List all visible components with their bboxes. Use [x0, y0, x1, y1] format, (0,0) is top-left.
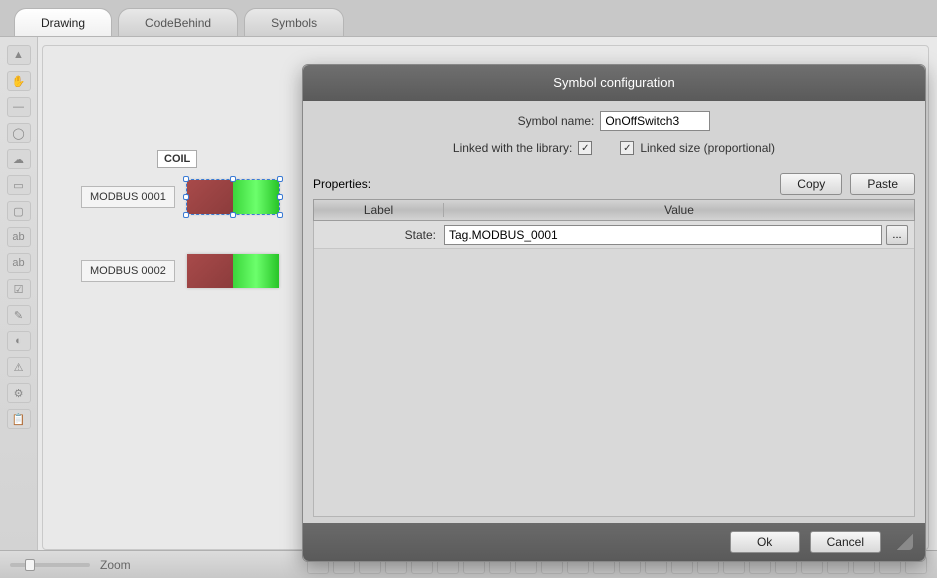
paste-button[interactable]: Paste — [850, 173, 915, 195]
browse-button[interactable]: ... — [886, 225, 908, 245]
properties-grid-body: State: ... — [313, 221, 915, 517]
checkbox-tool-icon[interactable]: ☑ — [7, 279, 31, 299]
pan-tool-icon[interactable]: ✋ — [7, 71, 31, 91]
switch-symbol-1[interactable] — [187, 180, 279, 214]
resize-handle[interactable] — [230, 212, 236, 218]
resize-handle[interactable] — [277, 176, 283, 182]
switch-red-half — [187, 180, 233, 214]
ok-button[interactable]: Ok — [730, 531, 800, 553]
rect-tool-icon[interactable]: ▭ — [7, 175, 31, 195]
column-value-header: Value — [444, 203, 914, 217]
cloud-tool-icon[interactable]: ☁ — [7, 149, 31, 169]
zoom-label: Zoom — [100, 558, 131, 572]
properties-label: Properties: — [313, 177, 371, 191]
dialog-footer: Ok Cancel — [303, 523, 925, 561]
symbol-name-input[interactable] — [600, 111, 710, 131]
switch-green-half — [233, 180, 279, 214]
switch-symbol-2[interactable] — [187, 254, 279, 288]
linked-library-label: Linked with the library: — [453, 141, 572, 155]
property-row: State: ... — [314, 221, 914, 249]
modbus-label-1[interactable]: MODBUS 0001 — [81, 186, 175, 208]
resize-handle[interactable] — [230, 176, 236, 182]
copy-button[interactable]: Copy — [780, 173, 842, 195]
resize-handle[interactable] — [277, 194, 283, 200]
resize-handle[interactable] — [183, 194, 189, 200]
linked-library-checkbox[interactable] — [578, 141, 592, 155]
cancel-button[interactable]: Cancel — [810, 531, 881, 553]
paint-tool-icon[interactable]: ◐ — [7, 331, 31, 351]
pointer-tool-icon[interactable]: ▲ — [7, 45, 31, 65]
gear-tool-icon[interactable]: ⚙ — [7, 383, 31, 403]
switch-green-half — [233, 254, 279, 288]
linked-size-checkbox[interactable] — [620, 141, 634, 155]
tool-column: ▲ ✋ — ◯ ☁ ▭ ▢ ab ab ☑ ✎ ◐ ⚠ ⚙ 📋 — [0, 37, 38, 550]
modbus-label-2[interactable]: MODBUS 0002 — [81, 260, 175, 282]
warning-tool-icon[interactable]: ⚠ — [7, 357, 31, 377]
clipboard-tool-icon[interactable]: 📋 — [7, 409, 31, 429]
ellipse-tool-icon[interactable]: ◯ — [7, 123, 31, 143]
property-value-input[interactable] — [444, 225, 882, 245]
column-label-header: Label — [314, 203, 444, 217]
text-ab-tool-icon[interactable]: ab — [7, 227, 31, 247]
dialog-body: Symbol name: Linked with the library: Li… — [303, 101, 925, 523]
pen-tool-icon[interactable]: ✎ — [7, 305, 31, 325]
switch-red-half — [187, 254, 233, 288]
resize-handle[interactable] — [183, 212, 189, 218]
roundrect-tool-icon[interactable]: ▢ — [7, 201, 31, 221]
zoom-slider[interactable] — [10, 563, 90, 567]
tab-symbols[interactable]: Symbols — [244, 8, 344, 36]
symbol-name-label: Symbol name: — [518, 114, 595, 128]
resize-handle[interactable] — [183, 176, 189, 182]
tab-codebehind[interactable]: CodeBehind — [118, 8, 238, 36]
resize-handle[interactable] — [277, 212, 283, 218]
textbox-tool-icon[interactable]: ab — [7, 253, 31, 273]
dialog-title: Symbol configuration — [303, 65, 925, 101]
tab-drawing[interactable]: Drawing — [14, 8, 112, 36]
properties-grid-header: Label Value — [313, 199, 915, 221]
tab-strip: Drawing CodeBehind Symbols — [0, 0, 937, 36]
symbol-configuration-dialog: Symbol configuration Symbol name: Linked… — [302, 64, 926, 562]
resize-grip-icon[interactable] — [897, 534, 913, 550]
coil-group-label: COIL — [157, 150, 197, 168]
line-tool-icon[interactable]: — — [7, 97, 31, 117]
zoom-slider-thumb[interactable] — [25, 559, 35, 571]
property-label: State: — [314, 228, 444, 242]
linked-size-label: Linked size (proportional) — [640, 141, 775, 155]
